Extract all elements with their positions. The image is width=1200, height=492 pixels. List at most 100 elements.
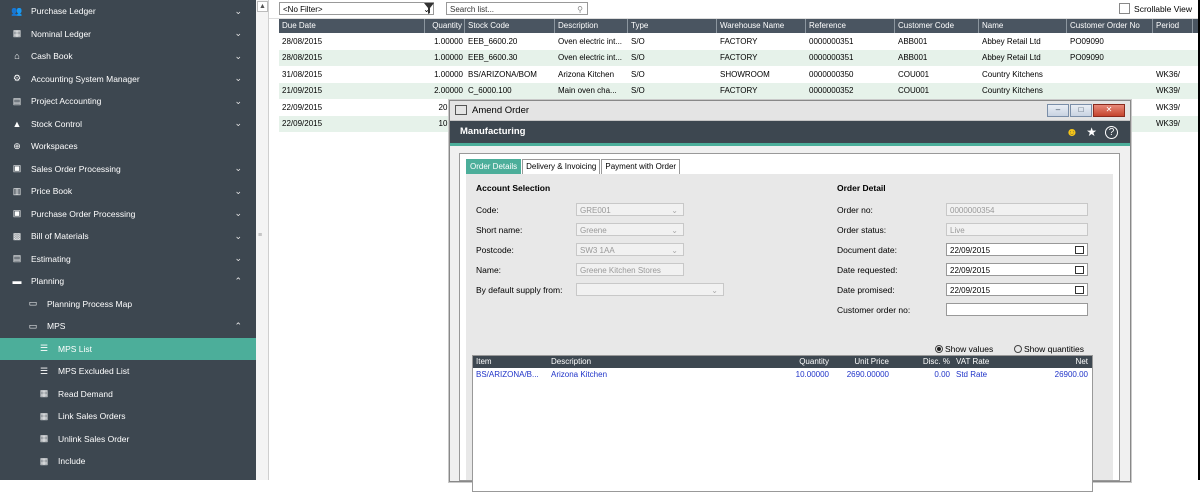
calendar-icon[interactable] bbox=[1075, 286, 1084, 294]
tab-payment-with-order[interactable]: Payment with Order bbox=[601, 159, 681, 175]
column-header-customer-code[interactable]: Customer Code bbox=[895, 19, 979, 33]
table-row[interactable]: 31/08/2015 1.00000 BS/ARIZONA/BOM Arizona K… bbox=[279, 66, 1198, 83]
short-name-field[interactable]: Greene ⌄ bbox=[576, 223, 684, 236]
chevron-up-icon[interactable]: ⌃ bbox=[234, 321, 242, 332]
cell-name: Abbey Retail Ltd bbox=[982, 36, 1041, 46]
scroll-up-icon[interactable]: ▲ bbox=[257, 1, 268, 12]
line-column-unit-price[interactable]: Unit Price bbox=[832, 356, 892, 368]
sidebar-item-bill-of-materials[interactable]: ▩ Bill of Materials ⌄ bbox=[0, 225, 256, 248]
customer-order-no-field[interactable] bbox=[946, 303, 1088, 316]
column-header-warehouse-name[interactable]: Warehouse Name bbox=[717, 19, 806, 33]
postcode-field[interactable]: SW3 1AA ⌄ bbox=[576, 243, 684, 256]
tab-order-details[interactable]: Order Details bbox=[466, 159, 522, 175]
date-requested-field[interactable]: 22/09/2015 bbox=[946, 263, 1088, 276]
close-button[interactable]: ✕ bbox=[1093, 104, 1125, 117]
customer-order-no-label: Customer order no: bbox=[837, 305, 911, 315]
filter-icon[interactable] bbox=[423, 2, 435, 15]
line-cell-item: BS/ARIZONA/B... bbox=[476, 370, 539, 379]
sidebar-item-mps-list[interactable]: ☰ MPS List bbox=[0, 337, 256, 360]
dialog-titlebar[interactable]: Amend Order – □ ✕ bbox=[450, 101, 1130, 121]
cell-type: S/O bbox=[631, 69, 645, 79]
chevron-up-icon[interactable]: ⌃ bbox=[234, 276, 242, 287]
smiley-feedback-icon[interactable]: ☻ bbox=[1066, 121, 1079, 143]
show-values-radio[interactable]: Show values bbox=[935, 344, 993, 354]
chevron-down-icon[interactable]: ⌄ bbox=[234, 208, 242, 219]
help-icon[interactable]: ? bbox=[1105, 126, 1118, 139]
chevron-down-icon[interactable]: ⌄ bbox=[234, 163, 242, 174]
table-row[interactable]: 28/08/2015 1.00000 EEB_6600.20 Oven electri… bbox=[279, 33, 1198, 50]
sidebar-item-unlink-sales-order[interactable]: ▦ Unlink Sales Order bbox=[0, 428, 256, 451]
sidebar-item-include[interactable]: ▦ Include bbox=[0, 450, 256, 473]
column-header-stock-code[interactable]: Stock Code bbox=[465, 19, 555, 33]
column-header-name[interactable]: Name bbox=[979, 19, 1067, 33]
chevron-down-icon[interactable]: ⌄ bbox=[234, 253, 242, 264]
name-field[interactable]: Greene Kitchen Stores bbox=[576, 263, 684, 276]
order-lines-header: Item Description Quantity Unit Price Disc. %… bbox=[473, 356, 1092, 368]
minimize-button[interactable]: – bbox=[1047, 104, 1069, 117]
chevron-down-icon[interactable]: ⌄ bbox=[234, 73, 242, 84]
sidebar-item-purchase-order-processing[interactable]: ▣ Purchase Order Processing ⌄ bbox=[0, 203, 256, 226]
line-column-item[interactable]: Item bbox=[473, 356, 548, 368]
line-column-description[interactable]: Description bbox=[548, 356, 708, 368]
sidebar-item-nominal-ledger[interactable]: ▦ Nominal Ledger ⌄ bbox=[0, 23, 256, 46]
date-promised-value: 22/09/2015 bbox=[950, 286, 991, 295]
sidebar-item-link-sales-orders[interactable]: ▦ Link Sales Orders bbox=[0, 405, 256, 428]
column-header-description[interactable]: Description bbox=[555, 19, 628, 33]
show-quantities-radio[interactable]: Show quantities bbox=[1014, 344, 1084, 354]
document-date-field[interactable]: 22/09/2015 bbox=[946, 243, 1088, 256]
column-header-period[interactable]: Period bbox=[1153, 19, 1193, 33]
search-input[interactable]: Search list... ⚲ bbox=[446, 2, 588, 15]
line-column-vat-rate[interactable]: VAT Rate bbox=[953, 356, 1025, 368]
chevron-down-icon[interactable]: ⌄ bbox=[234, 6, 242, 17]
sidebar-item-mps[interactable]: ▭ MPS ⌃ bbox=[0, 315, 256, 338]
filter-dropdown[interactable]: <No Filter> ⌄ bbox=[279, 2, 434, 15]
sidebar-item-price-book[interactable]: ▥ Price Book ⌄ bbox=[0, 180, 256, 203]
supply-from-dropdown[interactable]: ⌄ bbox=[576, 283, 724, 296]
column-header-due-date[interactable]: Due Date bbox=[279, 19, 425, 33]
column-header-quantity[interactable]: Quantity bbox=[425, 19, 465, 33]
maximize-button[interactable]: □ bbox=[1070, 104, 1092, 117]
sidebar-item-stock-control[interactable]: ▲ Stock Control ⌄ bbox=[0, 113, 256, 136]
code-field[interactable]: GRE001 ⌄ bbox=[576, 203, 684, 216]
chevron-down-icon[interactable]: ⌄ bbox=[234, 118, 242, 129]
column-header-customer-order-no[interactable]: Customer Order No bbox=[1067, 19, 1153, 33]
sidebar-item-planning[interactable]: ▬ Planning ⌃ bbox=[0, 270, 256, 293]
line-column-net[interactable]: Net bbox=[1025, 356, 1091, 368]
cell-stock-code: EEB_6600.20 bbox=[468, 36, 518, 46]
sidebar-item-workspaces[interactable]: ⊕ Workspaces bbox=[0, 135, 256, 158]
sidebar-scrollbar[interactable]: ▲ ≡ bbox=[256, 0, 269, 480]
sidebar-item-project-accounting[interactable]: ▤ Project Accounting ⌄ bbox=[0, 90, 256, 113]
calendar-icon[interactable] bbox=[1075, 266, 1084, 274]
cell-stock-code: BS/ARIZONA/BOM bbox=[468, 69, 537, 79]
column-header-type[interactable]: Type bbox=[628, 19, 717, 33]
line-column-disc[interactable]: Disc. % bbox=[892, 356, 953, 368]
chevron-down-icon[interactable]: ⌄ bbox=[234, 231, 242, 242]
date-promised-field[interactable]: 22/09/2015 bbox=[946, 283, 1088, 296]
column-header-reference[interactable]: Reference bbox=[806, 19, 895, 33]
scrollable-view-checkbox[interactable] bbox=[1119, 3, 1131, 14]
star-favourite-icon[interactable]: ★ bbox=[1086, 121, 1097, 143]
table-row[interactable]: 28/08/2015 1.00000 EEB_6600.30 Oven electri… bbox=[279, 49, 1198, 66]
tab-delivery-invoicing[interactable]: Delivery & Invoicing bbox=[522, 159, 601, 175]
sidebar-item-estimating[interactable]: ▤ Estimating ⌄ bbox=[0, 248, 256, 271]
scrollable-view-toggle[interactable]: Scrollable View bbox=[1119, 3, 1192, 14]
chevron-down-icon[interactable]: ⌄ bbox=[234, 96, 242, 107]
cell-period: WK39/ bbox=[1156, 102, 1181, 112]
calendar-icon[interactable] bbox=[1075, 246, 1084, 254]
sidebar-item-planning-process-map[interactable]: ▭ Planning Process Map bbox=[0, 293, 256, 316]
table-row[interactable]: 21/09/2015 2.00000 C_6000.100 Main oven cha… bbox=[279, 82, 1198, 99]
chevron-down-icon[interactable]: ⌄ bbox=[234, 51, 242, 62]
sidebar-item-sales-order-processing[interactable]: ▣ Sales Order Processing ⌄ bbox=[0, 158, 256, 181]
sidebar-item-purchase-ledger[interactable]: 👥 Purchase Ledger ⌄ bbox=[0, 0, 256, 23]
sidebar-item-cash-book[interactable]: ⌂ Cash Book ⌄ bbox=[0, 45, 256, 68]
splitter-grip-icon[interactable]: ≡ bbox=[258, 232, 265, 240]
sidebar-item-accounting-system-manager[interactable]: ⚙ Accounting System Manager ⌄ bbox=[0, 68, 256, 91]
sidebar-item-read-demand[interactable]: ▦ Read Demand bbox=[0, 383, 256, 406]
cell-name: Country Kitchens bbox=[982, 69, 1043, 79]
line-column-quantity[interactable]: Quantity bbox=[708, 356, 832, 368]
order-line-row[interactable]: BS/ARIZONA/B... Arizona Kitchen 10.00000 26… bbox=[473, 368, 1092, 381]
chevron-down-icon[interactable]: ⌄ bbox=[234, 28, 242, 39]
sidebar-item-mps-excluded-list[interactable]: ☰ MPS Excluded List bbox=[0, 360, 256, 383]
chevron-down-icon[interactable]: ⌄ bbox=[234, 186, 242, 197]
search-icon[interactable]: ⚲ bbox=[577, 3, 583, 16]
